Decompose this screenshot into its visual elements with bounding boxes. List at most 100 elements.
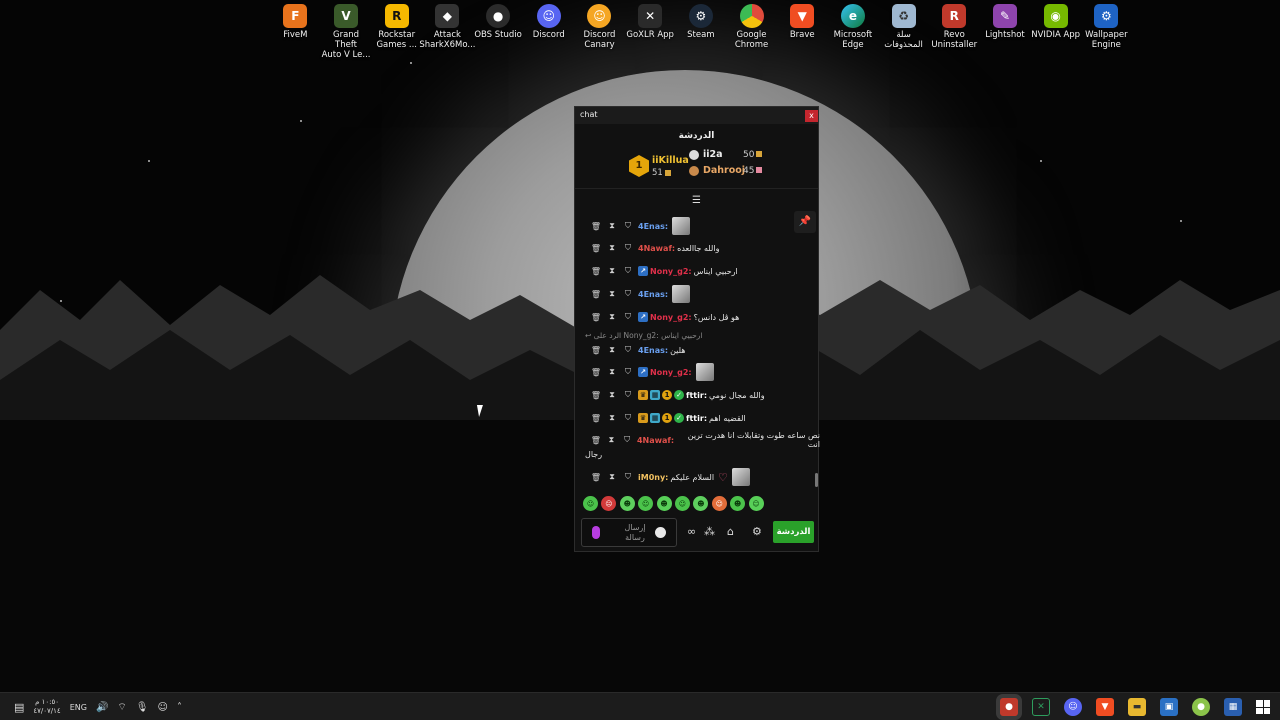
message-author[interactable]: fttir: bbox=[686, 391, 707, 400]
desktop-icon-lightshot[interactable]: ✎ Lightshot bbox=[980, 4, 1031, 60]
delete-icon[interactable]: 🗑 bbox=[588, 222, 604, 231]
scrollbar[interactable] bbox=[815, 473, 818, 487]
settings-icon[interactable]: ⚙ bbox=[752, 525, 762, 538]
timeout-icon[interactable]: ⧗ bbox=[604, 472, 620, 482]
emoji-icon[interactable]: ☻ bbox=[693, 496, 709, 511]
emoji-icon[interactable]: ☺ bbox=[748, 496, 764, 511]
timeout-icon[interactable]: ⧗ bbox=[604, 367, 620, 377]
microphone-icon[interactable]: 🎙 bbox=[136, 702, 149, 713]
desktop-icon-goxlr[interactable]: ✕ GoXLR App bbox=[625, 4, 676, 60]
delete-icon[interactable]: 🗑 bbox=[588, 391, 604, 400]
emoji-icon[interactable]: ☹ bbox=[601, 496, 617, 511]
desktop-icon-revo[interactable]: R Revo Uninstaller bbox=[929, 4, 980, 60]
second-name[interactable]: ii2a bbox=[703, 149, 723, 160]
mod-shield-icon[interactable]: ⛉ bbox=[619, 435, 635, 445]
window-titlebar[interactable]: chat x bbox=[575, 107, 818, 124]
message-author[interactable]: iM0ny: bbox=[638, 473, 668, 482]
desktop-icon-steam[interactable]: ⚙ Steam bbox=[676, 4, 727, 60]
timeout-icon[interactable]: ⧗ bbox=[604, 289, 620, 299]
store-icon[interactable]: ⌂ bbox=[727, 525, 734, 538]
taskbar-app-goxlr[interactable]: ✕ bbox=[1032, 698, 1050, 716]
emoji-icon[interactable]: ☺ bbox=[711, 496, 727, 511]
delete-icon[interactable]: 🗑 bbox=[588, 473, 604, 482]
timeout-icon[interactable]: ⧗ bbox=[604, 266, 620, 276]
delete-icon[interactable]: 🗑 bbox=[588, 436, 604, 445]
emoji-icon[interactable]: ☺ bbox=[583, 496, 598, 511]
taskbar-app-store[interactable]: ▣ bbox=[1160, 698, 1178, 716]
desktop-icon-recycle-bin[interactable]: ♻ سلة المحذوفات bbox=[878, 4, 929, 60]
message-author[interactable]: 4Enas: bbox=[638, 346, 668, 355]
notification-icon[interactable]: ▤ bbox=[14, 701, 24, 714]
desktop-icon-attack-shark[interactable]: ◆ Attack SharkX6Mo... bbox=[419, 4, 475, 60]
mod-shield-icon[interactable]: ⛉ bbox=[620, 413, 636, 423]
desktop-icon-edge[interactable]: e Microsoft Edge bbox=[828, 4, 879, 60]
emoji-picker-icon[interactable] bbox=[655, 527, 666, 538]
desktop-icon-nvidia[interactable]: ◉ NVIDIA App bbox=[1030, 4, 1081, 60]
message-image[interactable] bbox=[672, 217, 691, 235]
taskbar-app-discord[interactable]: ☺ bbox=[1064, 698, 1082, 716]
desktop-icon-fivem[interactable]: F FiveM bbox=[270, 4, 321, 60]
reply-reference[interactable]: ↩ الرد على Nony_g2: ارحبيي ايناس bbox=[585, 331, 702, 340]
mod-shield-icon[interactable]: ⛉ bbox=[620, 312, 636, 322]
delete-icon[interactable]: 🗑 bbox=[588, 346, 604, 355]
timeout-icon[interactable]: ⧗ bbox=[604, 221, 620, 231]
windows-start-icon[interactable] bbox=[1256, 700, 1270, 714]
delete-icon[interactable]: 🗑 bbox=[588, 267, 604, 276]
desktop-icon-gta[interactable]: V Grand Theft Auto V Le... bbox=[321, 4, 372, 60]
timeout-icon[interactable]: ⧗ bbox=[604, 345, 620, 355]
desktop-icon-brave[interactable]: ▼ Brave bbox=[777, 4, 828, 60]
taskbar-app-brave[interactable]: ▼ bbox=[1096, 698, 1114, 716]
infinity-icon[interactable]: ∞ bbox=[687, 525, 696, 538]
timeout-icon[interactable]: ⧗ bbox=[604, 435, 620, 445]
emoji-icon[interactable]: ☺ bbox=[638, 496, 654, 511]
taskbar-app-explorer[interactable]: ▬ bbox=[1128, 698, 1146, 716]
desktop-icon-discord-canary[interactable]: ☺ Discord Canary bbox=[574, 4, 625, 60]
timeout-icon[interactable]: ⧗ bbox=[604, 312, 620, 322]
chevron-up-icon[interactable]: ˄ bbox=[177, 702, 182, 713]
microphone-icon[interactable] bbox=[592, 526, 600, 539]
wifi-icon[interactable]: ⌔ bbox=[117, 701, 126, 714]
leader-name[interactable]: iiKillua bbox=[652, 155, 689, 166]
delete-icon[interactable]: 🗑 bbox=[588, 368, 604, 377]
third-name[interactable]: Dahrooj bbox=[703, 165, 745, 176]
timeout-icon[interactable]: ⧗ bbox=[604, 390, 620, 400]
share-icon[interactable]: ⁂ bbox=[704, 525, 715, 538]
mod-shield-icon[interactable]: ⛉ bbox=[620, 367, 636, 377]
mod-shield-icon[interactable]: ⛉ bbox=[620, 266, 636, 276]
emoji-icon[interactable]: ☺ bbox=[674, 496, 690, 511]
volume-icon[interactable]: 🔊 bbox=[96, 702, 108, 713]
message-author[interactable]: 4Nawaf: bbox=[637, 436, 674, 445]
message-image[interactable] bbox=[672, 285, 691, 303]
emoji-icon[interactable]: ☻ bbox=[619, 496, 635, 511]
mod-shield-icon[interactable]: ⛉ bbox=[620, 289, 636, 299]
taskbar-app-manager[interactable]: ▦ bbox=[1224, 698, 1242, 716]
mod-shield-icon[interactable]: ⛉ bbox=[620, 390, 636, 400]
desktop-icon-wallpaper-engine[interactable]: ⚙ Wallpaper Engine bbox=[1081, 4, 1132, 60]
chat-send-button[interactable]: الدردشة bbox=[773, 521, 814, 543]
close-button[interactable]: x bbox=[805, 110, 818, 122]
desktop-icon-discord[interactable]: ☺ Discord bbox=[523, 4, 574, 60]
timeout-icon[interactable]: ⧗ bbox=[604, 243, 620, 253]
mod-shield-icon[interactable]: ⛉ bbox=[620, 243, 636, 253]
message-image[interactable] bbox=[695, 363, 714, 381]
taskbar-app-chat[interactable]: ● bbox=[1000, 698, 1018, 716]
timeout-icon[interactable]: ⧗ bbox=[604, 413, 620, 423]
desktop-icon-chrome[interactable]: Google Chrome bbox=[726, 4, 777, 60]
emoji-icon[interactable]: ☻ bbox=[730, 496, 746, 511]
delete-icon[interactable]: 🗑 bbox=[588, 313, 604, 322]
emoji-icon[interactable]: ☻ bbox=[656, 496, 672, 511]
mod-shield-icon[interactable]: ⛉ bbox=[620, 472, 636, 482]
message-author[interactable]: 4Enas: bbox=[638, 222, 668, 231]
mod-shield-icon[interactable]: ⛉ bbox=[620, 345, 636, 355]
filter-icon[interactable]: ☰ bbox=[692, 195, 701, 206]
desktop-icon-rockstar[interactable]: R Rockstar Games ... bbox=[371, 4, 422, 60]
message-image[interactable] bbox=[731, 468, 750, 486]
language-indicator[interactable]: ENG bbox=[70, 703, 87, 712]
taskbar-app-tennis[interactable]: ● bbox=[1192, 698, 1210, 716]
delete-icon[interactable]: 🗑 bbox=[588, 414, 604, 423]
message-author[interactable]: 4Nawaf: bbox=[638, 244, 675, 253]
message-author[interactable]: fttir: bbox=[686, 414, 707, 423]
message-author[interactable]: 4Enas: bbox=[638, 290, 668, 299]
discord-tray-icon[interactable]: ☺ bbox=[158, 702, 168, 713]
desktop-icon-obs[interactable]: ● OBS Studio bbox=[473, 4, 524, 60]
